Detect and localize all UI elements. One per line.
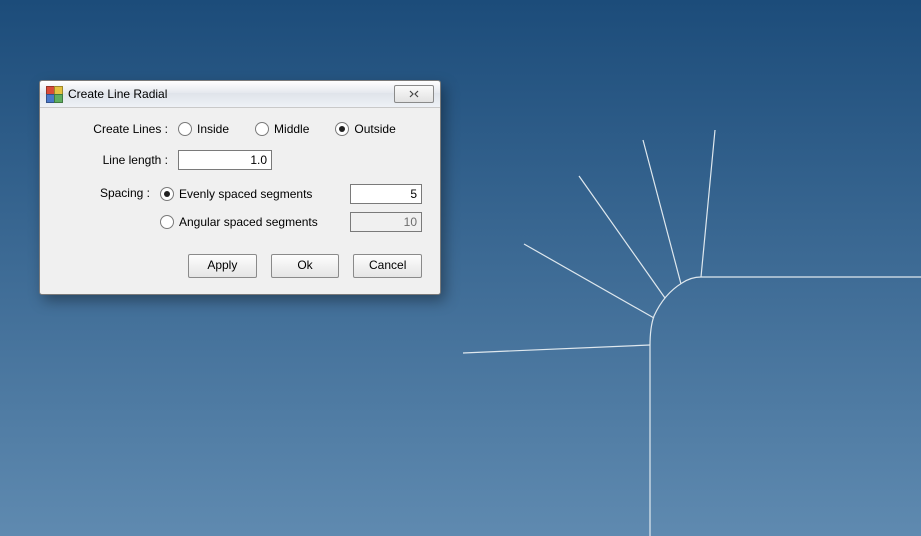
ok-button[interactable]: Ok xyxy=(271,254,340,278)
spacing-label: Spacing : xyxy=(58,184,160,200)
create-lines-row: Create Lines : Inside Middle Outside xyxy=(58,122,422,136)
radio-inside[interactable]: Inside xyxy=(178,122,229,136)
spacing-row: Spacing : Evenly spaced segments Angular… xyxy=(58,184,422,232)
radio-middle-label: Middle xyxy=(274,122,309,136)
radio-inside-label: Inside xyxy=(197,122,229,136)
radial-line xyxy=(463,345,650,353)
radio-dot-icon xyxy=(335,122,349,136)
cancel-button[interactable]: Cancel xyxy=(353,254,422,278)
create-line-radial-dialog: Create Line Radial Create Lines : Inside… xyxy=(39,80,441,295)
radio-angular-label: Angular spaced segments xyxy=(179,215,318,229)
radial-line xyxy=(579,176,665,298)
line-length-row: Line length : xyxy=(58,150,422,170)
radio-middle[interactable]: Middle xyxy=(255,122,309,136)
radio-dot-icon xyxy=(255,122,269,136)
close-icon xyxy=(407,90,421,98)
radio-dot-icon xyxy=(160,187,174,201)
dialog-titlebar[interactable]: Create Line Radial xyxy=(40,81,440,108)
radial-line xyxy=(643,140,681,284)
radio-even-label: Evenly spaced segments xyxy=(179,187,312,201)
button-row: Apply Ok Cancel xyxy=(188,254,422,278)
dialog-body: Create Lines : Inside Middle Outside Lin… xyxy=(40,108,440,294)
apply-button[interactable]: Apply xyxy=(188,254,257,278)
radial-line xyxy=(701,130,715,277)
radio-outside-label: Outside xyxy=(354,122,395,136)
line-length-input[interactable] xyxy=(178,150,272,170)
dialog-title: Create Line Radial xyxy=(68,87,167,101)
close-button[interactable] xyxy=(394,85,434,103)
even-spacing-input[interactable] xyxy=(350,184,422,204)
app-icon xyxy=(46,86,62,102)
radio-outside[interactable]: Outside xyxy=(335,122,395,136)
angular-spacing-input xyxy=(350,212,422,232)
radio-angular-spacing[interactable]: Angular spaced segments xyxy=(160,215,350,229)
radio-dot-icon xyxy=(160,215,174,229)
radio-even-spacing[interactable]: Evenly spaced segments xyxy=(160,187,350,201)
radio-dot-icon xyxy=(178,122,192,136)
create-lines-label: Create Lines : xyxy=(58,122,178,136)
line-length-label: Line length : xyxy=(58,153,178,167)
